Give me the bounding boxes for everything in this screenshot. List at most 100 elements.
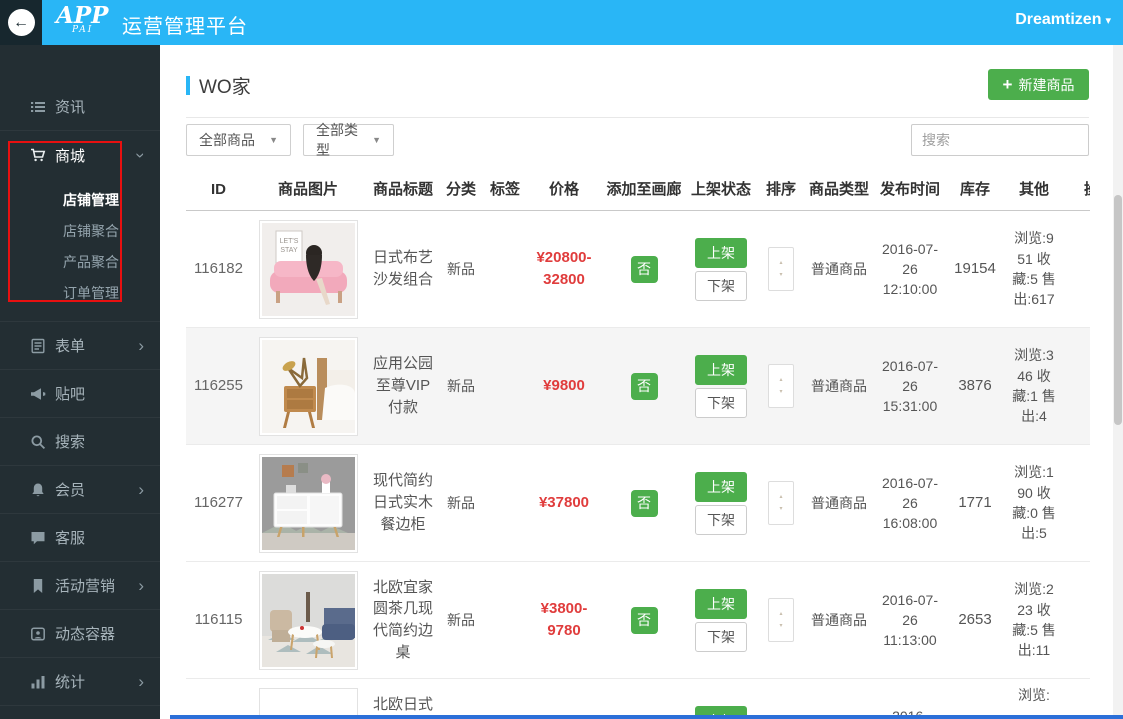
table-row: 北欧日式全实木换 上架 下架 ▴▾ 2016- 浏览: — [186, 679, 1090, 719]
shelf-off-button[interactable]: 下架 — [695, 271, 747, 301]
sidebar-subitem-shop-management[interactable]: 店铺管理 — [0, 185, 160, 216]
publish-time: 2016-07-26 12:10:00 — [878, 239, 942, 300]
user-name: Dreamtizen — [1015, 11, 1101, 28]
new-product-button[interactable]: + 新建商品 — [988, 69, 1089, 100]
shelf-on-button[interactable]: 上架 — [695, 238, 747, 268]
title-accent-bar — [186, 76, 190, 95]
megaphone-icon — [30, 386, 46, 402]
list-icon — [30, 99, 46, 115]
sidebar-item-label: 会员 — [55, 479, 85, 500]
chevron-right-icon: › — [138, 673, 144, 690]
stock-count: 1771 — [951, 492, 999, 514]
product-title: 日式布艺沙发组合 — [370, 247, 436, 291]
sidebar-item-search[interactable]: 搜索 — [0, 418, 160, 466]
plus-icon: + — [1003, 75, 1013, 95]
table-header-row: ID 商品图片 商品标题 分类 标签 价格 添加至画廊 上架状态 排序 商品类型… — [186, 170, 1090, 211]
shelf-off-button[interactable]: 下架 — [695, 388, 747, 418]
product-type: 普通商品 — [809, 376, 869, 396]
sidebar-item-dynamic-container[interactable]: 动态容器 — [0, 610, 160, 658]
product-id: 116255 — [186, 375, 251, 397]
chevron-right-icon: › — [138, 481, 144, 498]
divider — [186, 117, 1089, 118]
container-icon — [30, 626, 46, 642]
sidebar-item-forms[interactable]: 表单 › — [0, 322, 160, 370]
gallery-toggle-badge[interactable]: 否 — [631, 490, 658, 517]
product-id: 116115 — [186, 609, 251, 631]
col-image: 商品图片 — [251, 179, 365, 201]
product-title: 北欧宜家圆茶几现代简约边桌 — [370, 577, 436, 664]
scrollbar-thumb[interactable] — [1114, 195, 1122, 425]
product-image — [259, 454, 358, 553]
stock-count: 19154 — [951, 258, 999, 280]
sort-input[interactable]: ▴▾ — [768, 481, 794, 525]
product-price: ¥3800-9780 — [529, 598, 599, 642]
sidebar-item-statistics[interactable]: 统计 › — [0, 658, 160, 706]
sidebar-item-label: 动态容器 — [55, 623, 115, 644]
stock-count: 3876 — [951, 375, 999, 397]
col-published: 发布时间 — [869, 179, 951, 201]
col-id: ID — [186, 179, 251, 201]
gallery-toggle-badge[interactable]: 否 — [631, 373, 658, 400]
stats-text: 浏览:346 收藏:1 售出:4 — [1011, 345, 1057, 426]
product-category: 新品 — [441, 493, 481, 513]
product-image — [259, 571, 358, 670]
gallery-toggle-badge[interactable]: 否 — [631, 607, 658, 634]
chevron-right-icon: › — [138, 337, 144, 354]
form-icon — [30, 338, 46, 354]
stats-text: 浏览:223 收藏:5 售出:11 — [1011, 579, 1057, 660]
sidebar-subitem-product-aggregation[interactable]: 产品聚合 — [0, 247, 160, 278]
col-tag: 标签 — [481, 179, 529, 201]
col-status: 上架状态 — [689, 179, 753, 201]
stats-text: 浏览: — [1011, 685, 1057, 705]
sidebar-item-subaccount[interactable]: 子账号 — [0, 706, 160, 719]
bookmark-icon — [30, 578, 46, 594]
chevron-right-icon: › — [138, 577, 144, 594]
sidebar-item-members[interactable]: 会员 › — [0, 466, 160, 514]
sidebar-item-label: 表单 — [55, 335, 85, 356]
product-title: 应用公园至尊VIP付款 — [370, 353, 436, 418]
product-type: 普通商品 — [809, 259, 869, 279]
chat-icon — [30, 530, 46, 546]
stock-count: 2653 — [951, 609, 999, 631]
table-row: 116277 现代简约日式实木餐边柜 新品 ¥37800 否 上 — [186, 445, 1090, 562]
shelf-on-button[interactable]: 上架 — [695, 472, 747, 502]
shelf-off-button[interactable]: 下架 — [695, 622, 747, 652]
table-row: 116255 应用公园至尊VIP付款 新品 ¥9800 否 上架 下架 — [186, 328, 1090, 445]
search-input[interactable] — [911, 124, 1089, 156]
sidebar-item-label: 活动营销 — [55, 575, 115, 596]
caret-down-icon: ▼ — [257, 135, 278, 145]
product-type: 普通商品 — [809, 493, 869, 513]
sidebar-item-mall[interactable]: 商城 › — [0, 131, 160, 179]
shelf-on-button[interactable]: 上架 — [695, 589, 747, 619]
shelf-on-button[interactable]: 上架 — [695, 355, 747, 385]
sidebar-item-customer-service[interactable]: 客服 — [0, 514, 160, 562]
sidebar-item-marketing[interactable]: 活动营销 › — [0, 562, 160, 610]
sidebar-item-label: 搜索 — [55, 431, 85, 452]
sort-input[interactable]: ▴▾ — [768, 598, 794, 642]
type-filter-select[interactable]: 全部类型 ▼ — [303, 124, 394, 156]
sidebar-subitem-order-management[interactable]: 订单管理 — [0, 278, 160, 309]
gallery-toggle-badge[interactable]: 否 — [631, 256, 658, 283]
product-category: 新品 — [441, 259, 481, 279]
back-button[interactable]: ← — [0, 0, 42, 45]
back-arrow-icon: ← — [8, 9, 35, 36]
sort-input[interactable]: ▴▾ — [768, 364, 794, 408]
bell-icon — [30, 482, 46, 498]
product-filter-select[interactable]: 全部商品 ▼ — [186, 124, 291, 156]
bar-chart-icon — [30, 674, 46, 690]
sidebar-item-label: 客服 — [55, 527, 85, 548]
col-sort: 排序 — [753, 179, 809, 201]
sidebar-item-label: 商城 — [55, 145, 85, 166]
vertical-scrollbar[interactable] — [1113, 45, 1123, 719]
product-image: LET'S STAY — [259, 220, 358, 319]
bottom-accent-bar — [170, 715, 1123, 719]
col-category: 分类 — [441, 179, 481, 201]
svg-text:LET'S: LET'S — [279, 238, 298, 245]
sidebar-item-tieba[interactable]: 贴吧 — [0, 370, 160, 418]
sidebar-subitem-shop-aggregation[interactable]: 店铺聚合 — [0, 216, 160, 247]
top-header-bar: ← APP PAI 运营管理平台 Dreamtizen▾ — [0, 0, 1123, 45]
sidebar-item-news[interactable]: 资讯 — [0, 83, 160, 131]
user-account-dropdown[interactable]: Dreamtizen▾ — [1015, 11, 1111, 29]
shelf-off-button[interactable]: 下架 — [695, 505, 747, 535]
sort-input[interactable]: ▴▾ — [768, 247, 794, 291]
